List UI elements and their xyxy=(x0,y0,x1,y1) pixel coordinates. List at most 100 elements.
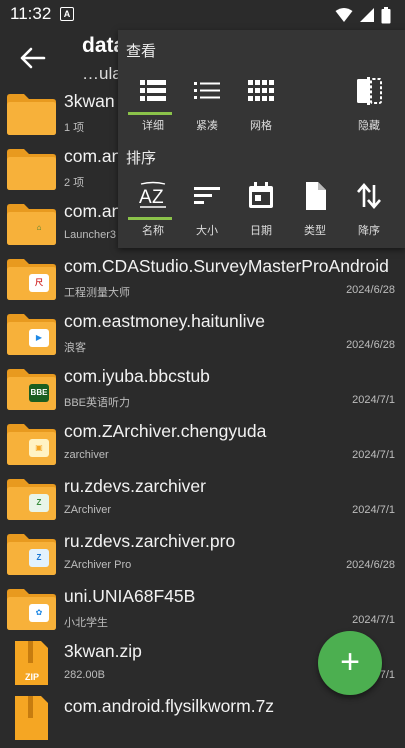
add-fab-button[interactable]: + xyxy=(318,631,382,695)
file-icon-wrap: Z xyxy=(6,476,57,520)
file-name: ru.zdevs.zarchiver xyxy=(64,476,206,496)
sort-az-icon: A Z xyxy=(139,181,166,208)
grid-icon xyxy=(248,80,274,101)
sort-option-label: 降序 xyxy=(358,225,380,237)
view-option-label: 网格 xyxy=(250,120,272,132)
file-subtitle: ZArchiver xyxy=(64,504,112,516)
file-subtitle: 浪客 xyxy=(64,342,86,354)
sort-option-date[interactable]: 日期 xyxy=(232,181,290,238)
file-name: com.eastmoney.haitunlive xyxy=(64,311,266,331)
file-subtitle: 工程测量大师 xyxy=(64,287,130,299)
selected-underline xyxy=(128,112,172,115)
page-subtitle: …ula xyxy=(82,64,122,83)
file-icon-wrap: Z xyxy=(6,531,57,575)
file-subtitle: 282.00B xyxy=(64,669,105,681)
file-date: 2024/7/1 xyxy=(352,504,395,516)
view-option-compact[interactable]: 紧凑 xyxy=(178,76,236,133)
file-icon-wrap: ▣ xyxy=(6,421,57,465)
signal-icon xyxy=(360,8,374,22)
file-icon-wrap xyxy=(6,91,57,135)
list-detail-icon xyxy=(140,80,166,101)
file-name: com.an xyxy=(64,146,122,166)
folder-icon xyxy=(7,149,56,190)
file-subtitle: 1 项 xyxy=(64,122,85,134)
sort-option-name[interactable]: A Z 名称 xyxy=(124,181,182,238)
wifi-icon xyxy=(335,8,353,22)
calendar-icon xyxy=(249,182,273,208)
sort-option-size[interactable]: 大小 xyxy=(178,181,236,238)
sort-option-type[interactable]: 类型 xyxy=(286,181,344,238)
file-name: com.ZArchiver.chengyuda xyxy=(64,421,267,441)
back-arrow-icon[interactable] xyxy=(18,46,46,70)
file-date: 2024/7/1 xyxy=(352,449,395,461)
svg-text:A: A xyxy=(139,187,152,208)
status-time: 11:32 xyxy=(10,4,52,23)
file-icon-wrap xyxy=(6,146,57,190)
folder-list-item[interactable]: 尺 com.CDAStudio.SurveyMasterProAndroid 工程测… xyxy=(0,253,405,308)
file-icon-wrap xyxy=(6,696,57,740)
file-icon-wrap: ▶ xyxy=(6,311,57,355)
uni-app-badge-icon: ✿ xyxy=(29,604,49,622)
view-option-label: 隐藏 xyxy=(358,120,380,132)
file-subtitle: Launcher3 xyxy=(64,229,116,241)
archive-list-item[interactable]: com.android.flysilkworm.7z xyxy=(0,693,405,748)
sort-option-label: 名称 xyxy=(142,225,164,237)
file-subtitle: 2 项 xyxy=(64,177,85,189)
bbe-app-badge-icon: BBE xyxy=(29,384,49,402)
file-name: com.an xyxy=(64,201,122,221)
view-option-label: 紧凑 xyxy=(196,120,218,132)
house-badge-icon: ⌂ xyxy=(29,219,49,237)
zarchiver-badge-icon: Z xyxy=(29,494,49,512)
file-name: com.CDAStudio.SurveyMasterProAndroid xyxy=(64,256,389,276)
folder-list-item[interactable]: ▶ com.eastmoney.haitunlive 浪客 2024/6/28 xyxy=(0,308,405,363)
view-section-title: 查看 xyxy=(126,43,157,60)
file-name: 3kwan.zip xyxy=(64,641,142,661)
view-option-label: 详细 xyxy=(142,120,164,132)
file-icon-wrap: BBE xyxy=(6,366,57,410)
status-bar: 11:32 A xyxy=(0,0,405,30)
folder-list-item[interactable]: BBE com.iyuba.bbcstub BBE英语听力 2024/7/1 xyxy=(0,363,405,418)
file-date: 2024/7/1 xyxy=(352,614,395,626)
folder-icon xyxy=(7,94,56,135)
file-icon-wrap: ⌂ xyxy=(6,201,57,245)
sort-section-title: 排序 xyxy=(126,150,157,167)
file-subtitle: BBE英语听力 xyxy=(64,397,131,409)
sort-option-desc[interactable]: 降序 xyxy=(340,181,398,238)
file-date: 2024/6/28 xyxy=(346,284,395,296)
sort-desc-icon xyxy=(357,183,381,209)
file-name: ru.zdevs.zarchiver.pro xyxy=(64,531,236,551)
file-icon-wrap: ✿ xyxy=(6,586,57,630)
folder-list-item[interactable]: ✿ uni.UNIA68F45B 小北学生 2024/7/1 xyxy=(0,583,405,638)
notification-a-icon: A xyxy=(60,7,74,21)
list-compact-icon xyxy=(194,82,220,99)
sort-size-icon xyxy=(194,187,220,204)
status-icons xyxy=(335,6,391,24)
plus-icon: + xyxy=(340,643,360,681)
live-app-badge-icon: ▶ xyxy=(29,329,49,347)
file-subtitle: 小北学生 xyxy=(64,617,108,629)
file-type-icon xyxy=(306,182,326,210)
sort-option-label: 日期 xyxy=(250,225,272,237)
view-option-hide[interactable]: 隐藏 xyxy=(340,76,398,133)
file-subtitle: zarchiver xyxy=(64,449,109,461)
folder-list-item[interactable]: Zru.zdevs.zarchiver ZArchiver 2024/7/1 xyxy=(0,473,405,528)
sort-option-label: 大小 xyxy=(196,225,218,237)
zip-file-icon xyxy=(15,696,48,740)
zip-label: ZIP xyxy=(24,672,39,682)
zarchiver-pro-badge-icon: Z xyxy=(29,549,49,567)
sort-option-label: 类型 xyxy=(304,225,326,237)
file-date: 2024/7/1 xyxy=(352,394,395,406)
hide-panel-icon xyxy=(357,77,382,105)
file-subtitle: ZArchiver Pro xyxy=(64,559,132,571)
svg-text:Z: Z xyxy=(152,187,164,208)
survey-app-badge-icon: 尺 xyxy=(29,274,49,292)
view-option-detail[interactable]: 详细 xyxy=(124,76,182,133)
file-name: com.android.flysilkworm.7z xyxy=(64,696,275,716)
folder-list-item[interactable]: Zru.zdevs.zarchiver.pro ZArchiver Pro 2024… xyxy=(0,528,405,583)
folder-list-item[interactable]: ▣ com.ZArchiver.chengyuda zarchiver 2024/7/… xyxy=(0,418,405,473)
file-name: uni.UNIA68F45B xyxy=(64,586,196,606)
file-date: 2024/6/28 xyxy=(346,339,395,351)
view-sort-popup: 查看 详细 紧凑 网格 隐藏 排序 A Z 名称 大小 日期 类型 降序 xyxy=(118,30,405,248)
view-option-grid[interactable]: 网格 xyxy=(232,76,290,133)
selected-underline xyxy=(128,217,172,220)
